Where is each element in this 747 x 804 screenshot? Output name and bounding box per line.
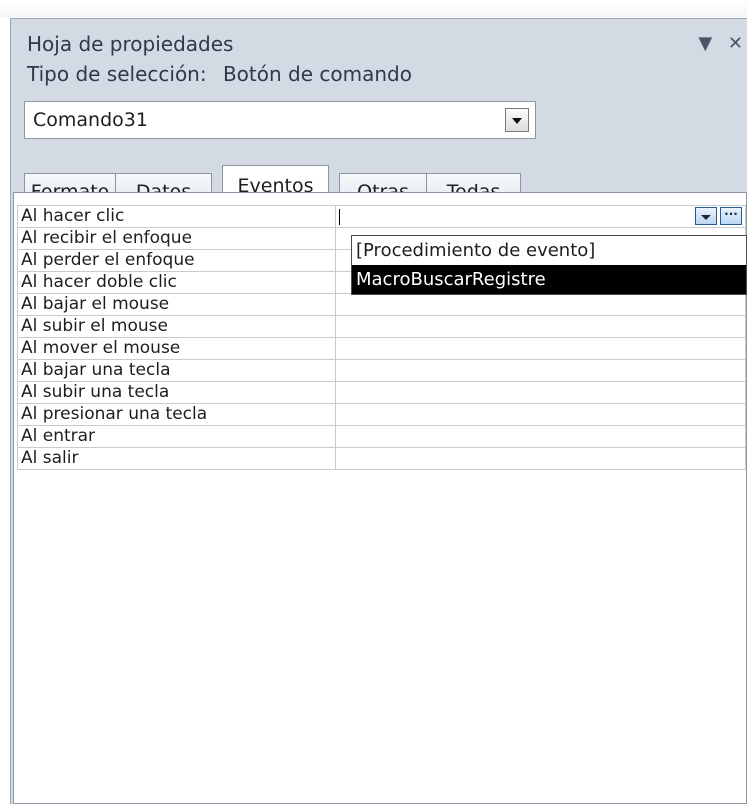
property-row: Al entrar <box>18 426 746 448</box>
property-value-field[interactable] <box>336 382 746 404</box>
tab-content-area: Al hacer clic ··· Al recibir el enfoque … <box>13 192 747 804</box>
property-row: Al presionar una tecla <box>18 404 746 426</box>
property-label: Al entrar <box>18 426 336 448</box>
property-label: Al bajar el mouse <box>18 294 336 316</box>
combo-dropdown-button[interactable] <box>505 108 529 132</box>
property-value-field[interactable] <box>336 426 746 448</box>
title-controls: ▼ ✕ <box>688 33 743 54</box>
selection-type-value: Botón de comando <box>222 62 412 86</box>
selection-type: Tipo de selección: Botón de comando <box>27 62 412 86</box>
close-icon[interactable]: ✕ <box>728 33 743 54</box>
property-label: Al recibir el enfoque <box>18 228 336 250</box>
property-value-field[interactable] <box>336 448 746 470</box>
property-label: Al subir una tecla <box>18 382 336 404</box>
property-label: Al subir el mouse <box>18 316 336 338</box>
selection-type-label: Tipo de selección: <box>27 62 207 86</box>
object-selector-value: Comando31 <box>33 109 148 131</box>
property-row: Al hacer clic ··· <box>18 206 746 228</box>
property-label: Al presionar una tecla <box>18 404 336 426</box>
dropdown-option-macro[interactable]: MacroBuscarRegistre <box>352 265 746 294</box>
property-label: Al hacer clic <box>18 206 336 228</box>
text-caret <box>339 209 340 225</box>
property-value-field[interactable] <box>336 338 746 360</box>
property-row: Al mover el mouse <box>18 338 746 360</box>
build-button[interactable]: ··· <box>720 207 742 225</box>
panel-title: Hoja de propiedades <box>27 32 234 56</box>
pin-dropdown-icon[interactable]: ▼ <box>698 33 712 54</box>
property-row: Al salir <box>18 448 746 470</box>
property-row: Al bajar el mouse <box>18 294 746 316</box>
event-dropdown-list: [Procedimiento de evento] MacroBuscarReg… <box>351 235 747 295</box>
dropdown-option-event-procedure[interactable]: [Procedimiento de evento] <box>352 236 746 265</box>
object-selector-combo[interactable]: Comando31 <box>24 101 536 139</box>
dropdown-arrow-button[interactable] <box>695 207 717 225</box>
property-label: Al bajar una tecla <box>18 360 336 382</box>
property-value-field[interactable] <box>336 404 746 426</box>
property-label: Al perder el enfoque <box>18 250 336 272</box>
property-label: Al mover el mouse <box>18 338 336 360</box>
property-row: Al subir el mouse <box>18 316 746 338</box>
property-value-field[interactable] <box>336 316 746 338</box>
property-row: Al bajar una tecla <box>18 360 746 382</box>
top-strip <box>0 0 747 17</box>
property-value-field[interactable]: ··· <box>336 206 746 228</box>
property-row: Al subir una tecla <box>18 382 746 404</box>
property-label: Al hacer doble clic <box>18 272 336 294</box>
property-value-field[interactable] <box>336 360 746 382</box>
property-label: Al salir <box>18 448 336 470</box>
property-value-field[interactable] <box>336 294 746 316</box>
